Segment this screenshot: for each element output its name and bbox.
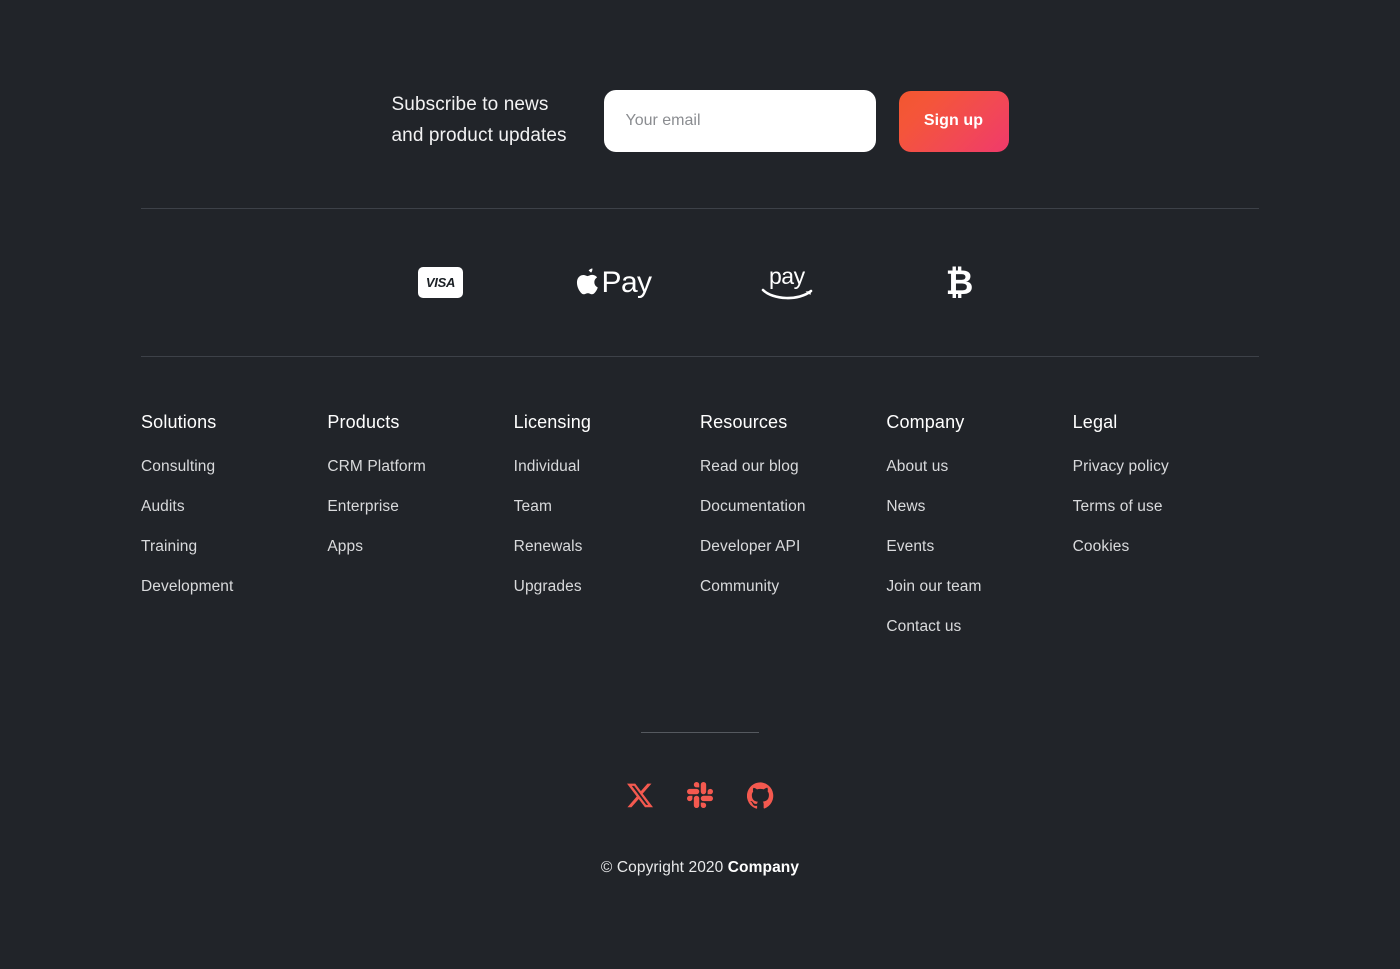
footer-link[interactable]: Development <box>141 578 327 596</box>
footer-column-company: Company About us News Events Join our te… <box>886 412 1072 636</box>
slack-icon <box>687 782 713 808</box>
payment-method-apple-pay[interactable]: Pay <box>527 253 700 313</box>
footer-column-resources: Resources Read our blog Documentation De… <box>700 412 886 636</box>
footer-link[interactable]: Consulting <box>141 458 327 476</box>
subscribe-heading-line1: Subscribe to news <box>391 94 549 116</box>
footer-link-columns: Solutions Consulting Audits Training Dev… <box>141 357 1259 636</box>
footer-link[interactable]: Contact us <box>886 618 1072 636</box>
footer-link[interactable]: Upgrades <box>514 578 700 596</box>
email-input[interactable] <box>603 90 876 152</box>
payment-methods-section: VISA Pay pay ₿ <box>141 209 1259 356</box>
column-title: Legal <box>1072 412 1118 432</box>
footer-link[interactable]: About us <box>886 458 1072 476</box>
footer-link[interactable]: Renewals <box>514 538 700 556</box>
social-divider <box>641 732 759 733</box>
copyright-prefix: © Copyright 2020 <box>600 859 728 876</box>
social-link-github[interactable] <box>744 779 776 811</box>
footer-column-products: Products CRM Platform Enterprise Apps <box>327 412 513 636</box>
payment-methods-row: VISA Pay pay ₿ <box>141 209 1259 356</box>
svg-text:pay: pay <box>769 263 806 289</box>
footer-link[interactable]: Terms of use <box>1073 498 1259 516</box>
github-icon <box>746 781 773 809</box>
subscribe-row: Subscribe to news and product updates Si… <box>141 0 1259 152</box>
subscribe-heading: Subscribe to news and product updates <box>392 90 604 152</box>
site-footer: Subscribe to news and product updates Si… <box>0 0 1400 969</box>
subscribe-heading-line2: and product updates <box>391 125 567 146</box>
footer-column-legal: Legal Privacy policy Terms of use Cookie… <box>1073 412 1259 636</box>
social-link-slack[interactable] <box>684 779 716 811</box>
payment-method-bitcoin[interactable]: ₿ <box>873 253 1046 313</box>
footer-column-solutions: Solutions Consulting Audits Training Dev… <box>141 412 327 636</box>
footer-link[interactable]: Enterprise <box>327 498 513 516</box>
footer-column-licensing: Licensing Individual Team Renewals Upgra… <box>514 412 700 636</box>
footer-link[interactable]: CRM Platform <box>327 458 513 476</box>
footer-link[interactable]: Developer API <box>700 538 886 556</box>
footer-link[interactable]: Team <box>514 498 700 516</box>
footer-link[interactable]: Privacy policy <box>1073 458 1259 476</box>
footer-link[interactable]: News <box>886 498 1072 516</box>
column-title: Resources <box>699 412 788 432</box>
payment-method-amazon-pay[interactable]: pay <box>700 253 873 313</box>
copyright-text: © Copyright 2020 Company <box>0 859 1400 877</box>
bitcoin-icon: ₿ <box>945 262 974 303</box>
social-links-row <box>0 779 1400 811</box>
subscribe-section: Subscribe to news and product updates Si… <box>141 0 1259 152</box>
amazon-pay-icon: pay <box>761 263 812 299</box>
footer-link[interactable]: Individual <box>514 458 700 476</box>
footer-link[interactable]: Documentation <box>700 498 886 516</box>
column-title: Company <box>886 412 965 432</box>
footer-links-section: Solutions Consulting Audits Training Dev… <box>141 357 1259 636</box>
footer-link[interactable]: Read our blog <box>700 458 886 476</box>
footer-link[interactable]: Audits <box>141 498 327 516</box>
visa-icon: VISA <box>418 267 463 298</box>
footer-link[interactable]: Join our team <box>886 578 1072 596</box>
footer-link[interactable]: Cookies <box>1073 538 1259 556</box>
apple-pay-label: Pay <box>601 265 653 299</box>
footer-link[interactable]: Apps <box>327 538 513 556</box>
x-twitter-icon <box>627 783 653 808</box>
apple-logo-icon <box>576 268 598 295</box>
apple-pay-icon: Pay <box>576 265 653 299</box>
column-title: Solutions <box>141 412 217 432</box>
payment-method-visa[interactable]: VISA <box>354 253 527 313</box>
footer-link[interactable]: Events <box>886 538 1072 556</box>
social-link-x-twitter[interactable] <box>624 779 656 811</box>
signup-button[interactable]: Sign up <box>898 90 1009 152</box>
column-title: Products <box>327 412 400 432</box>
footer-link[interactable]: Community <box>700 578 886 596</box>
footer-link[interactable]: Training <box>141 538 327 556</box>
column-title: Licensing <box>513 412 592 432</box>
visa-icon-label: VISA <box>425 275 456 290</box>
copyright-company: Company <box>727 859 800 876</box>
